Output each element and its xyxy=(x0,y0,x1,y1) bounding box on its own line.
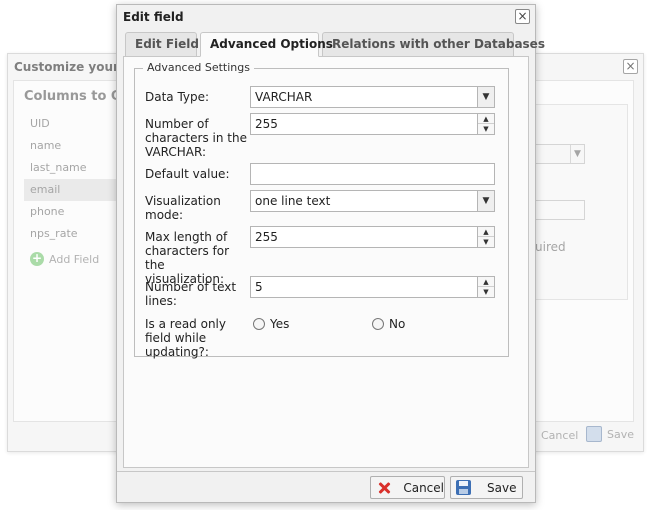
read-only-no-radio[interactable]: No xyxy=(372,317,405,331)
cancel-button[interactable]: Cancel xyxy=(370,476,445,499)
columns-title: Columns to Coll xyxy=(24,89,124,104)
column-item-uid[interactable]: UID xyxy=(24,113,124,135)
save-disk-icon xyxy=(456,480,471,495)
advanced-options-panel: Advanced Settings Data Type: VARCHAR ▼ N… xyxy=(123,56,529,468)
fieldset-legend: Advanced Settings xyxy=(143,61,254,74)
cancel-button-label: Cancel xyxy=(403,480,444,495)
data-type-select[interactable]: VARCHAR ▼ xyxy=(250,86,495,108)
background-save-label: Save xyxy=(607,427,635,441)
background-save-button[interactable]: Save xyxy=(586,426,634,442)
tab-edit-field[interactable]: Edit Field xyxy=(125,32,199,57)
text-lines-label: Number of text lines: xyxy=(145,280,237,308)
num-chars-value: 255 xyxy=(255,117,278,131)
tab-advanced-options[interactable]: Advanced Options xyxy=(200,32,333,57)
close-icon[interactable]: × xyxy=(515,9,530,24)
save-button[interactable]: Save xyxy=(450,476,523,499)
plus-circle-icon: + xyxy=(30,251,44,266)
chevron-down-icon: ▼ xyxy=(477,191,494,211)
spinner-up-icon[interactable]: ▲ xyxy=(478,114,494,124)
radio-circle-icon[interactable] xyxy=(372,318,384,330)
spinner-arrows-icon[interactable]: ▲ ▼ xyxy=(477,277,494,297)
columns-list: UID name last_name email phone nps_rate xyxy=(24,113,124,245)
spinner-down-icon[interactable]: ▼ xyxy=(478,124,494,134)
background-select[interactable]: ▼ xyxy=(535,144,585,164)
data-type-value: VARCHAR xyxy=(255,90,313,104)
data-type-label: Data Type: xyxy=(145,90,210,104)
spinner-down-icon[interactable]: ▼ xyxy=(478,237,494,247)
background-cancel-button[interactable]: Cancel xyxy=(541,429,578,442)
spinner-down-icon[interactable]: ▼ xyxy=(478,287,494,297)
save-disk-icon xyxy=(586,426,602,442)
background-close-icon[interactable]: × xyxy=(623,59,638,74)
spinner-arrows-icon[interactable]: ▲ ▼ xyxy=(477,114,494,134)
spinner-up-icon[interactable]: ▲ xyxy=(478,227,494,237)
read-only-yes-radio[interactable]: Yes xyxy=(253,317,289,331)
tab-relations[interactable]: Relations with other Databases xyxy=(322,32,545,57)
text-lines-stepper[interactable]: 5 ▲ ▼ xyxy=(250,276,495,298)
radio-circle-icon[interactable] xyxy=(253,318,265,330)
max-length-label: Max length of characters for the visuali… xyxy=(145,230,230,286)
cancel-x-icon xyxy=(376,480,389,496)
column-item-phone[interactable]: phone xyxy=(24,201,124,223)
spinner-up-icon[interactable]: ▲ xyxy=(478,277,494,287)
default-value-input[interactable] xyxy=(250,163,495,185)
num-chars-stepper[interactable]: 255 ▲ ▼ xyxy=(250,113,495,135)
advanced-settings-fieldset: Advanced Settings Data Type: VARCHAR ▼ N… xyxy=(134,61,509,359)
visualization-mode-value: one line text xyxy=(255,194,331,208)
visualization-mode-label: Visualization mode: xyxy=(145,194,221,222)
read-only-yes-label: Yes xyxy=(270,317,290,331)
background-dialog-title: Customize your co xyxy=(14,60,119,74)
background-required-label: uired xyxy=(535,240,566,254)
edit-field-dialog: Edit field × Edit Field Advanced Options… xyxy=(116,4,545,503)
column-item-nps-rate[interactable]: nps_rate xyxy=(24,223,124,245)
text-lines-value: 5 xyxy=(255,280,263,294)
default-value-label: Default value: xyxy=(145,167,230,181)
max-length-value: 255 xyxy=(255,230,278,244)
dialog-title: Edit field xyxy=(123,10,184,24)
read-only-label: Is a read only field while updating?: xyxy=(145,317,226,359)
tab-bar: Edit Field Advanced Options Relations wi… xyxy=(123,32,545,57)
column-item-name[interactable]: name xyxy=(24,135,124,157)
max-length-stepper[interactable]: 255 ▲ ▼ xyxy=(250,226,495,248)
spinner-arrows-icon[interactable]: ▲ ▼ xyxy=(477,227,494,247)
column-item-email[interactable]: email xyxy=(24,179,124,201)
chevron-down-icon: ▼ xyxy=(570,145,584,163)
background-input[interactable] xyxy=(535,200,585,220)
num-chars-label: Number of characters in the VARCHAR: xyxy=(145,117,247,159)
chevron-down-icon: ▼ xyxy=(477,87,494,107)
visualization-mode-select[interactable]: one line text ▼ xyxy=(250,190,495,212)
add-field-button[interactable]: + Add Field xyxy=(30,252,99,266)
save-button-label: Save xyxy=(487,480,517,495)
footer-divider xyxy=(117,471,535,472)
column-item-last-name[interactable]: last_name xyxy=(24,157,124,179)
add-field-label: Add Field xyxy=(49,252,100,266)
read-only-no-label: No xyxy=(389,317,406,331)
